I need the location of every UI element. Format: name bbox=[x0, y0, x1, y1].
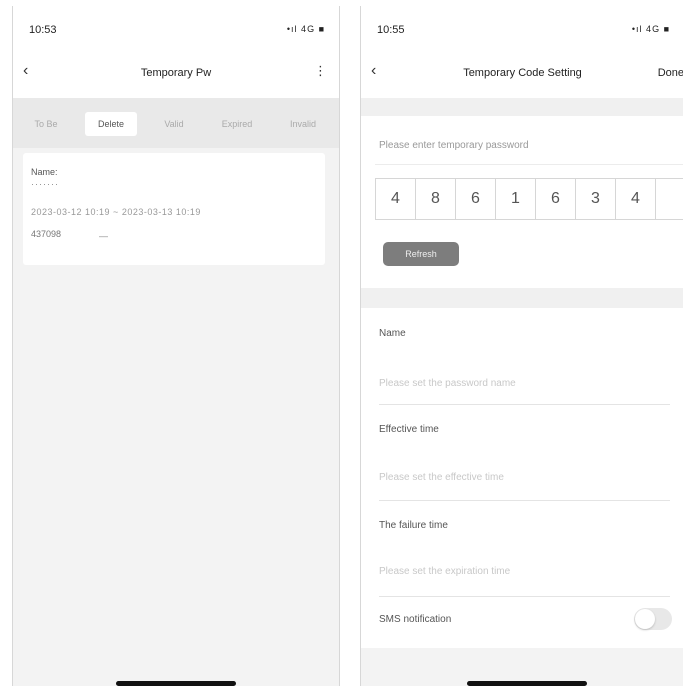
status-bar: 10:53 •ıl 4G ■ bbox=[13, 6, 339, 46]
tab-expired[interactable]: Expired bbox=[209, 112, 265, 136]
home-indicator bbox=[467, 681, 587, 686]
password-digit: 3 bbox=[576, 179, 616, 219]
right-phone-screen: 10:55 •ıl 4G ■ ‹ Temporary Code Setting … bbox=[360, 6, 683, 686]
card-name-label: Name: bbox=[31, 167, 58, 177]
tab-invalid[interactable]: Invalid bbox=[275, 112, 331, 136]
signal-battery-icons: •ıl 4G ■ bbox=[286, 24, 325, 34]
section-spacer bbox=[361, 288, 683, 308]
nav-bar: ‹ Temporary Pw ⋮ bbox=[13, 46, 339, 98]
password-digit: 8 bbox=[416, 179, 456, 219]
password-digit: 4 bbox=[376, 179, 416, 219]
home-indicator bbox=[116, 681, 236, 686]
effective-time-label: Effective time bbox=[379, 424, 439, 435]
failure-time-label: The failure time bbox=[379, 520, 448, 531]
password-section: Please enter temporary password 4 8 6 1 … bbox=[361, 116, 683, 288]
password-digit: 4 bbox=[616, 179, 656, 219]
toggle-knob bbox=[635, 609, 655, 629]
divider bbox=[379, 404, 670, 405]
status-bar: 10:55 •ıl 4G ■ bbox=[361, 6, 683, 46]
divider bbox=[379, 596, 670, 597]
divider bbox=[375, 164, 683, 165]
password-digit: 6 bbox=[456, 179, 496, 219]
status-tab-bar: To Be Delete Valid Expired Invalid bbox=[13, 98, 339, 148]
section-spacer bbox=[361, 98, 683, 116]
status-time: 10:53 bbox=[29, 24, 57, 36]
name-input[interactable] bbox=[379, 370, 670, 396]
done-button[interactable]: Done bbox=[658, 67, 683, 79]
more-options-icon[interactable]: ⋮ bbox=[314, 63, 327, 79]
sms-notification-label: SMS notification bbox=[379, 614, 452, 625]
settings-form: Name Effective time The failure time SMS… bbox=[361, 308, 683, 648]
effective-time-input[interactable] bbox=[379, 464, 670, 490]
failure-time-input[interactable] bbox=[379, 558, 670, 584]
nav-bar: ‹ Temporary Code Setting Done bbox=[361, 46, 683, 98]
tab-valid[interactable]: Valid bbox=[149, 112, 199, 136]
left-phone-screen: 10:53 •ıl 4G ■ ‹ Temporary Pw ⋮ To Be De… bbox=[12, 6, 340, 686]
status-time: 10:55 bbox=[377, 24, 405, 36]
page-title: Temporary Code Setting bbox=[463, 67, 582, 79]
tab-delete[interactable]: Delete bbox=[85, 112, 137, 136]
sms-notification-toggle[interactable] bbox=[634, 608, 672, 630]
card-validity-period: 2023-03-12 10:19 ~ 2023-03-13 10:19 bbox=[31, 207, 201, 217]
password-label: Please enter temporary password bbox=[379, 140, 529, 151]
password-digit: 1 bbox=[496, 179, 536, 219]
password-card[interactable]: Name: ······· 2023-03-12 10:19 ~ 2023-03… bbox=[23, 153, 325, 265]
password-digit: 6 bbox=[536, 179, 576, 219]
divider bbox=[379, 500, 670, 501]
signal-battery-icons: •ıl 4G ■ bbox=[631, 24, 670, 34]
card-name-value: ······· bbox=[31, 179, 59, 189]
tab-to-be[interactable]: To Be bbox=[19, 112, 73, 136]
password-digit-boxes: 4 8 6 1 6 3 4 bbox=[375, 178, 683, 220]
card-code-suffix: — bbox=[99, 231, 108, 241]
page-title: Temporary Pw bbox=[140, 67, 212, 79]
name-label: Name bbox=[379, 328, 406, 339]
refresh-button[interactable]: Refresh bbox=[383, 242, 459, 266]
card-code: 437098 bbox=[31, 229, 62, 239]
